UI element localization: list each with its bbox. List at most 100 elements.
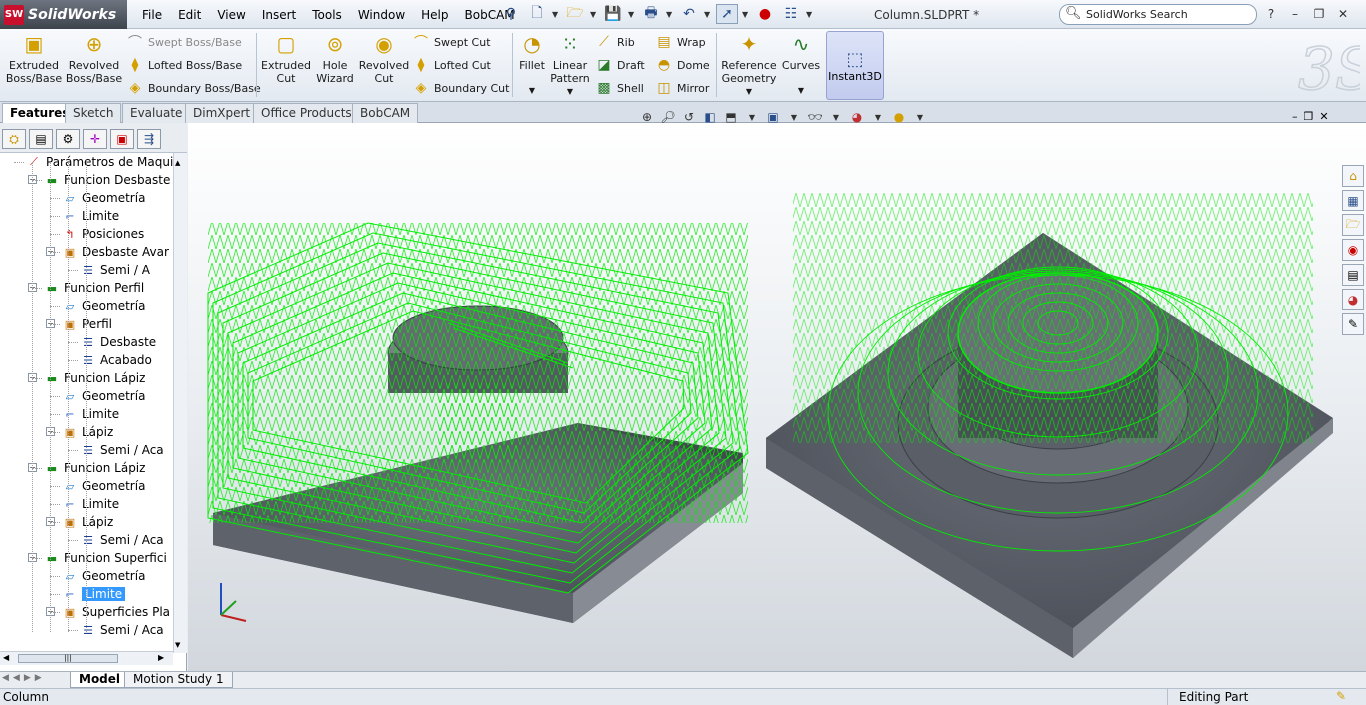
- minimize-button[interactable]: –: [1284, 5, 1306, 23]
- graphics-area[interactable]: [188, 123, 1366, 671]
- section-view-icon[interactable]: ◧: [701, 108, 719, 126]
- chevron-down-icon[interactable]: ▼: [567, 85, 573, 98]
- chevron-down-icon[interactable]: ▼: [704, 10, 712, 19]
- tree-node[interactable]: ☰ Semi / Aca: [80, 531, 164, 549]
- tree-node[interactable]: ▱ Geometría: [62, 189, 146, 207]
- tree-horizontal-scrollbar[interactable]: ◀ ||| ▶: [0, 651, 173, 665]
- save-icon[interactable]: 💾: [602, 4, 624, 24]
- fillet-button[interactable]: ◔ Fillet ▼: [516, 31, 548, 97]
- wrap-button[interactable]: ▤ Wrap: [655, 32, 705, 52]
- view-orientation-icon[interactable]: ⬒: [722, 108, 740, 126]
- tree-node[interactable]: ▬ Funcion Lápiz: [44, 459, 146, 477]
- menu-help[interactable]: Help: [413, 6, 456, 24]
- instant3d-button[interactable]: ⬚ Instant3D: [826, 31, 884, 100]
- tree-node[interactable]: ☰ Semi / Aca: [80, 621, 164, 639]
- linear-pattern-button[interactable]: ⁙ Linear Pattern ▼: [550, 31, 590, 98]
- tree-node[interactable]: ⌐ Limite: [62, 495, 119, 513]
- apply-scene-icon[interactable]: ●: [890, 108, 908, 126]
- tree-node[interactable]: ▱ Geometría: [62, 477, 146, 495]
- pin-icon[interactable]: ⚲: [500, 4, 522, 24]
- open-folder-icon[interactable]: 🗁: [564, 4, 586, 24]
- close-button[interactable]: ✕: [1332, 5, 1354, 23]
- boundary-cut-button[interactable]: ◈ Boundary Cut: [412, 78, 510, 98]
- menu-tools[interactable]: Tools: [304, 6, 350, 24]
- mirror-button[interactable]: ◫ Mirror: [655, 78, 709, 98]
- hole-wizard-button[interactable]: ⊚ Hole Wizard: [314, 31, 356, 86]
- tab-model[interactable]: Model: [70, 672, 130, 688]
- zoom-to-fit-icon[interactable]: ⊕: [638, 108, 656, 126]
- tree-node[interactable]: ▱ Geometría: [62, 297, 146, 315]
- appearances-icon[interactable]: ◕: [1342, 288, 1364, 311]
- tab-dimxpert[interactable]: DimXpert: [185, 103, 259, 123]
- tree-node[interactable]: ▣ Perfil: [62, 315, 112, 333]
- tab-bobcam[interactable]: BobCAM: [352, 103, 419, 123]
- viewport-restore-button[interactable]: ❐: [1304, 110, 1314, 123]
- tree-node[interactable]: ☰ Acabado: [80, 351, 152, 369]
- tree-node[interactable]: ☰ Semi / Aca: [80, 441, 164, 459]
- search-results-icon[interactable]: ◉: [1342, 239, 1364, 262]
- tree-node[interactable]: ⌐ Limite: [62, 585, 126, 603]
- rebuild-traffic-light-icon[interactable]: ●: [754, 4, 776, 24]
- dimxpert-manager-icon[interactable]: ✛: [83, 129, 107, 149]
- help-button[interactable]: ?: [1260, 5, 1282, 23]
- edit-appearance-icon[interactable]: ◕: [848, 108, 866, 126]
- chevron-down-icon[interactable]: ▼: [911, 108, 929, 126]
- tree-node[interactable]: ☰ Desbaste: [80, 333, 156, 351]
- menu-file[interactable]: File: [134, 6, 170, 24]
- tree-node[interactable]: ▬ Funcion Perfil: [44, 279, 144, 297]
- chevron-down-icon[interactable]: ▼: [798, 84, 804, 97]
- tab-sketch[interactable]: Sketch: [65, 103, 122, 123]
- chevron-down-icon[interactable]: ▼: [529, 84, 535, 97]
- chevron-down-icon[interactable]: ▼: [746, 85, 752, 98]
- chevron-down-icon[interactable]: ▼: [742, 10, 750, 19]
- print-icon[interactable]: 🖶: [640, 4, 662, 24]
- chevron-down-icon[interactable]: ▼: [827, 108, 845, 126]
- menu-window[interactable]: Window: [350, 6, 413, 24]
- rebuild-status-icon[interactable]: ✎: [1336, 689, 1346, 703]
- view-palette-icon[interactable]: ▤: [1342, 264, 1364, 286]
- menu-edit[interactable]: Edit: [170, 6, 209, 24]
- viewport-minimize-button[interactable]: –: [1292, 110, 1298, 123]
- tree-node[interactable]: ▣ Lápiz: [62, 513, 114, 531]
- tree-node[interactable]: ▱ Geometría: [62, 387, 146, 405]
- tab-evaluate[interactable]: Evaluate: [122, 103, 191, 123]
- rib-button[interactable]: ⟋ Rib: [595, 32, 635, 52]
- boundary-boss-button[interactable]: ◈ Boundary Boss/Base: [126, 78, 261, 98]
- chevron-down-icon[interactable]: ▼: [785, 108, 803, 126]
- tree-node[interactable]: ▬ Funcion Superfici: [44, 549, 167, 567]
- tree-node[interactable]: ▣ Desbaste Avar: [62, 243, 169, 261]
- chevron-down-icon[interactable]: ▼: [743, 108, 761, 126]
- extruded-boss-button[interactable]: ▣ Extruded Boss/Base: [6, 31, 62, 86]
- tree-node[interactable]: ⌐ Limite: [62, 207, 119, 225]
- chevron-down-icon[interactable]: ▼: [552, 10, 560, 19]
- select-pointer-icon[interactable]: ➚: [716, 4, 738, 24]
- chevron-down-icon[interactable]: ▼: [628, 10, 636, 19]
- display-style-icon[interactable]: ▣: [764, 108, 782, 126]
- tree-node[interactable]: ⌐ Limite: [62, 405, 119, 423]
- new-document-icon[interactable]: 🗋: [526, 4, 548, 24]
- lofted-cut-button[interactable]: ⧫ Lofted Cut: [412, 55, 491, 75]
- restore-button[interactable]: ❐: [1308, 5, 1330, 23]
- chevron-down-icon[interactable]: ▼: [666, 10, 674, 19]
- solidworks-resources-icon[interactable]: ⌂: [1342, 165, 1364, 187]
- reference-geometry-button[interactable]: ✦ Reference Geometry ▼: [720, 31, 778, 98]
- solidworks-logo[interactable]: SW SolidWorks: [0, 0, 127, 29]
- lofted-boss-button[interactable]: ⧫ Lofted Boss/Base: [126, 55, 243, 75]
- revolved-boss-button[interactable]: ⊕ Revolved Boss/Base: [66, 31, 122, 86]
- menu-insert[interactable]: Insert: [254, 6, 304, 24]
- viewport-close-button[interactable]: ✕: [1319, 110, 1328, 123]
- search-input[interactable]: 🔍︎ SolidWorks Search: [1059, 4, 1257, 25]
- tree-node[interactable]: ▣ Lápiz: [62, 423, 114, 441]
- tree-node[interactable]: ☰ Semi / A: [80, 261, 150, 279]
- hide-show-items-icon[interactable]: 👓︎: [806, 108, 824, 126]
- chevron-down-icon[interactable]: ▼: [806, 10, 814, 19]
- tree-node[interactable]: ▬ Funcion Desbaste: [44, 171, 171, 189]
- menu-view[interactable]: View: [209, 6, 253, 24]
- tab-motion-study[interactable]: Motion Study 1: [124, 672, 233, 688]
- property-manager-icon[interactable]: ▤: [29, 129, 53, 149]
- scroll-left-arrow-icon[interactable]: ◀: [3, 653, 9, 662]
- tab-scroll-arrows-icon[interactable]: ◀◀▶▶: [2, 673, 46, 683]
- chevron-down-icon[interactable]: ▼: [869, 108, 887, 126]
- scroll-right-arrow-icon[interactable]: ▶: [158, 653, 164, 662]
- options-icon[interactable]: ☷: [780, 4, 802, 24]
